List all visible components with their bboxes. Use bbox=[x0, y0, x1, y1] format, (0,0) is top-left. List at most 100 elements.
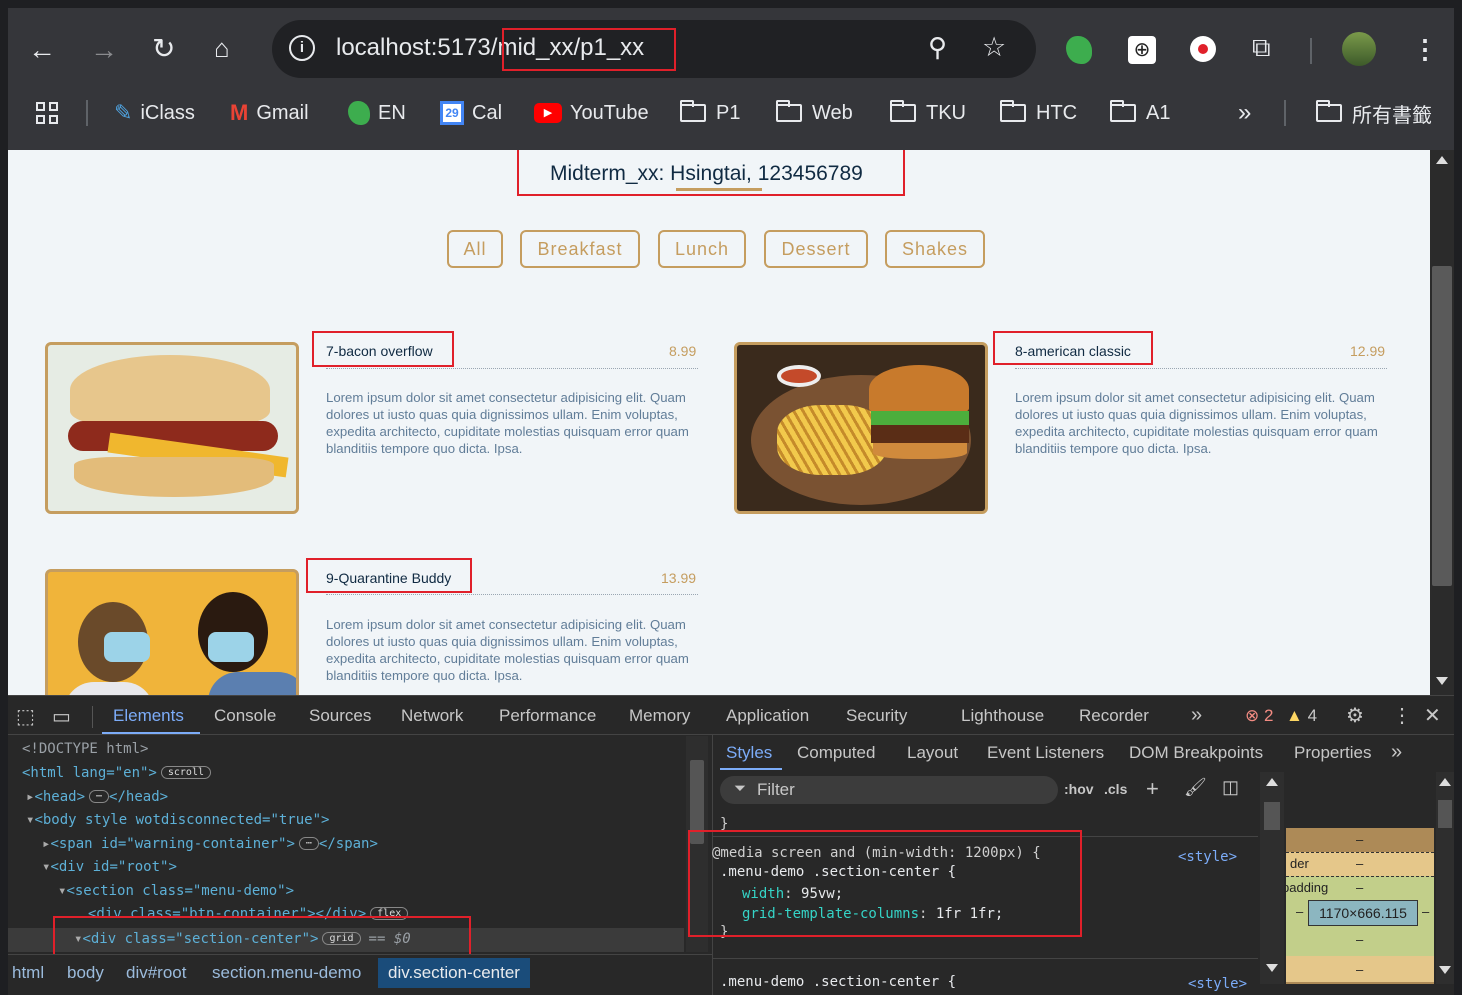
zoom-icon[interactable]: ⚲ bbox=[928, 32, 947, 63]
profile-avatar[interactable] bbox=[1342, 32, 1376, 66]
bookmark-gmail[interactable]: M Gmail bbox=[230, 100, 309, 126]
record-extension-icon[interactable] bbox=[1190, 36, 1216, 62]
scroll-down-arrow-icon[interactable] bbox=[1439, 966, 1451, 974]
breadcrumb-section[interactable]: section.menu-demo bbox=[212, 958, 361, 988]
tab-event-listeners[interactable]: Event Listeners bbox=[987, 743, 1104, 763]
bookmark-a1[interactable]: A1 bbox=[1110, 100, 1170, 126]
new-rule-icon[interactable]: + bbox=[1146, 776, 1159, 802]
box-model-border-value[interactable]: – bbox=[1356, 856, 1363, 871]
breadcrumb-section-center[interactable]: div.section-center bbox=[378, 958, 530, 988]
ellipsis-badge[interactable]: ⋯ bbox=[89, 790, 110, 803]
home-icon[interactable]: ⌂ bbox=[214, 33, 230, 64]
breadcrumb-html[interactable]: html bbox=[12, 958, 44, 988]
close-devtools-icon[interactable]: ✕ bbox=[1424, 703, 1441, 728]
tab-layout[interactable]: Layout bbox=[907, 743, 958, 763]
box-model-padding-bottom[interactable]: – bbox=[1356, 932, 1363, 947]
forward-icon[interactable]: → bbox=[90, 34, 118, 66]
tab-computed[interactable]: Computed bbox=[797, 743, 875, 763]
styles-filter-input[interactable]: Filter bbox=[757, 780, 795, 800]
all-bookmarks[interactable]: 所有書籤 bbox=[1316, 100, 1432, 127]
filter-dessert-button[interactable]: Dessert bbox=[764, 230, 868, 268]
tab-memory[interactable]: Memory bbox=[629, 706, 690, 726]
hov-toggle[interactable]: :hov bbox=[1064, 781, 1094, 797]
dom-span-warning[interactable]: ▸<span id="warning-container"> ⋯ </span> bbox=[42, 836, 378, 852]
error-count-icon[interactable]: ⊗ 2 bbox=[1245, 706, 1273, 726]
scroll-down-arrow-icon[interactable] bbox=[1266, 964, 1278, 972]
menu-kebab-icon[interactable]: ⋮ bbox=[1412, 34, 1438, 65]
dom-root[interactable]: ▾<div id="root"> bbox=[42, 859, 177, 875]
filter-shakes-button[interactable]: Shakes bbox=[885, 230, 985, 268]
bookmark-web[interactable]: Web bbox=[776, 100, 853, 126]
scroll-badge[interactable]: scroll bbox=[160, 766, 211, 779]
extensions-puzzle-icon[interactable]: ⧉ bbox=[1252, 32, 1271, 64]
device-toolbar-icon[interactable]: ▭ bbox=[52, 704, 71, 729]
tab-network[interactable]: Network bbox=[401, 706, 463, 726]
bookmark-p1[interactable]: P1 bbox=[680, 100, 740, 126]
inspect-element-icon[interactable]: ⬚ bbox=[16, 704, 35, 729]
next-rule-source-link[interactable]: <style> bbox=[1188, 976, 1247, 992]
scroll-down-arrow-icon[interactable] bbox=[1436, 677, 1448, 685]
bookmarks-overflow-button[interactable]: » bbox=[1238, 99, 1251, 126]
box-model-padding-right[interactable]: – bbox=[1422, 904, 1429, 919]
tab-recorder[interactable]: Recorder bbox=[1079, 706, 1149, 726]
site-info-icon[interactable]: i bbox=[289, 35, 315, 61]
scroll-up-arrow-icon[interactable] bbox=[1266, 778, 1278, 786]
dom-doctype[interactable]: <!DOCTYPE html> bbox=[22, 741, 148, 757]
devtools-menu-icon[interactable]: ⋮ bbox=[1392, 703, 1412, 728]
tab-dom-breakpoints[interactable]: DOM Breakpoints bbox=[1129, 743, 1263, 763]
settings-gear-icon[interactable]: ⚙ bbox=[1346, 703, 1364, 728]
devtools-right-scrollbar[interactable] bbox=[1436, 772, 1454, 984]
breadcrumb-body[interactable]: body bbox=[67, 958, 104, 988]
bookmark-htc[interactable]: HTC bbox=[1000, 100, 1077, 126]
apps-grid-icon[interactable] bbox=[36, 102, 58, 124]
back-icon[interactable]: ← bbox=[28, 34, 56, 66]
filter-all-button[interactable]: All bbox=[447, 230, 503, 268]
box-model-padding-value[interactable]: – bbox=[1356, 880, 1363, 895]
next-rule-selector[interactable]: .menu-demo .section-center { bbox=[720, 974, 956, 990]
bookmark-star-icon[interactable]: ☆ bbox=[982, 32, 1006, 63]
dom-body[interactable]: ▾<body style wotdisconnected="true"> bbox=[26, 812, 329, 828]
scroll-up-arrow-icon[interactable] bbox=[1436, 156, 1448, 164]
rule-source-link[interactable]: <style> bbox=[1178, 849, 1237, 865]
bookmark-cal[interactable]: 29 Cal bbox=[440, 100, 502, 126]
box-model-border-bottom[interactable]: – bbox=[1356, 962, 1363, 977]
tab-properties[interactable]: Properties bbox=[1294, 743, 1371, 763]
paint-brush-icon[interactable]: 🖌 bbox=[1184, 777, 1207, 798]
more-tabs-button[interactable]: » bbox=[1191, 704, 1202, 727]
tab-styles[interactable]: Styles bbox=[726, 743, 772, 763]
dom-section[interactable]: ▾<section class="menu-demo"> bbox=[58, 883, 294, 899]
reload-icon[interactable]: ↻ bbox=[152, 32, 175, 65]
bookmark-tku[interactable]: TKU bbox=[890, 100, 966, 126]
styles-scrollbar[interactable] bbox=[1260, 772, 1284, 984]
dom-html[interactable]: <html lang="en"> scroll bbox=[22, 765, 211, 781]
page-scrollbar[interactable] bbox=[1430, 150, 1454, 695]
tab-lighthouse[interactable]: Lighthouse bbox=[961, 706, 1044, 726]
more-styles-tabs-button[interactable]: » bbox=[1391, 741, 1402, 764]
tab-sources[interactable]: Sources bbox=[309, 706, 371, 726]
bookmark-youtube[interactable]: ▶ YouTube bbox=[534, 100, 649, 126]
filter-breakfast-button[interactable]: Breakfast bbox=[520, 230, 640, 268]
box-model-padding-left[interactable]: – bbox=[1296, 904, 1303, 919]
tab-elements[interactable]: Elements bbox=[113, 706, 184, 726]
breadcrumb-root[interactable]: div#root bbox=[126, 958, 186, 988]
scrollbar-thumb[interactable] bbox=[1432, 266, 1452, 586]
evernote-extension-icon[interactable] bbox=[1066, 36, 1092, 64]
styles-scrollbar-thumb[interactable] bbox=[1264, 802, 1280, 830]
tab-application[interactable]: Application bbox=[726, 706, 809, 726]
tab-security[interactable]: Security bbox=[846, 706, 907, 726]
dom-head[interactable]: ▸<head> ⋯ </head> bbox=[26, 789, 168, 805]
tab-console[interactable]: Console bbox=[214, 706, 276, 726]
tab-performance[interactable]: Performance bbox=[499, 706, 596, 726]
filter-lunch-button[interactable]: Lunch bbox=[658, 230, 746, 268]
extension-icon[interactable]: ⊕ bbox=[1128, 36, 1156, 64]
box-model-margin-value[interactable]: – bbox=[1356, 832, 1363, 847]
toggle-sidebar-icon[interactable]: ◫ bbox=[1222, 777, 1239, 798]
bookmark-iclass[interactable]: ✎ iClass bbox=[114, 100, 195, 126]
bookmark-label: YouTube bbox=[570, 101, 649, 124]
ellipsis-badge[interactable]: ⋯ bbox=[298, 837, 319, 850]
warning-count-icon[interactable]: ▲ 4 bbox=[1286, 706, 1317, 726]
scroll-up-arrow-icon[interactable] bbox=[1439, 778, 1451, 786]
cls-toggle[interactable]: .cls bbox=[1104, 781, 1127, 797]
bookmark-en[interactable]: EN bbox=[348, 100, 406, 126]
right-scrollbar-thumb[interactable] bbox=[1438, 800, 1452, 828]
